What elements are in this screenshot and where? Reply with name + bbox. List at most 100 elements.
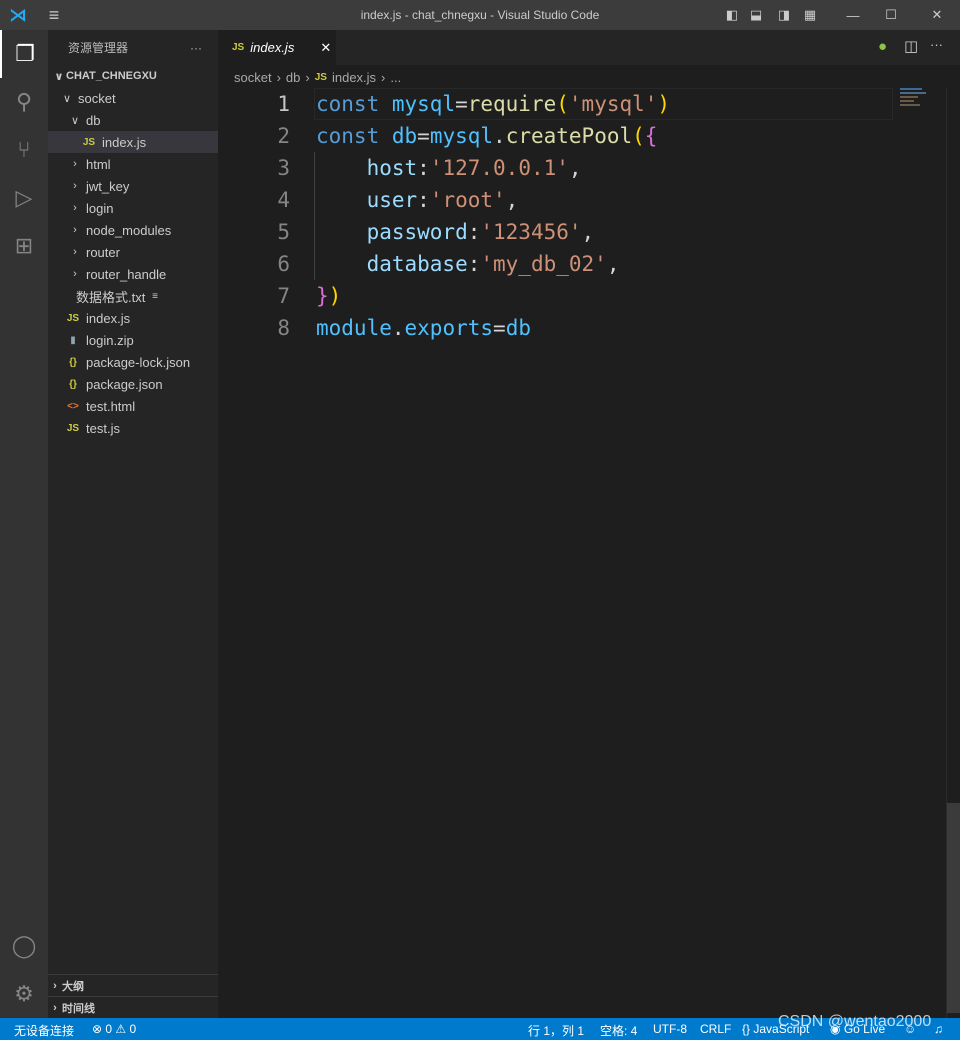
tab-label: index.js <box>250 40 295 55</box>
workspace-root[interactable]: ∨ CHAT_CHNEGXU <box>48 65 218 87</box>
code-line[interactable]: 5 password:'123456', <box>218 216 893 248</box>
txt-file-icon: ≡ <box>152 290 158 302</box>
code-token: = <box>417 124 430 148</box>
chevron-right-icon: › <box>73 180 77 192</box>
source-control-icon[interactable]: ⑂ <box>0 126 48 174</box>
tree-item-label: index.js <box>86 310 131 326</box>
notifications-bell-icon[interactable]: ♫ <box>934 1022 943 1036</box>
crumb-db[interactable]: db <box>286 70 300 85</box>
chevron-down-icon: ∨ <box>62 92 72 105</box>
activity-bar: ❐ ⚲ ⑂ ▷ ⊞ ◯ ⚙ <box>0 30 48 1018</box>
tree-item-label: html <box>86 156 111 172</box>
tree-item[interactable]: JS index.js <box>48 131 218 153</box>
code-token: : <box>417 156 430 180</box>
toggle-panel-icon[interactable]: ⬓ <box>746 0 766 30</box>
title-bar: ⋊ ≡ index.js - chat_chnegxu - Visual Stu… <box>0 0 960 30</box>
error-count: 0 <box>105 1022 113 1036</box>
tree-item[interactable]: ▮ login.zip <box>48 329 218 351</box>
code-token: } <box>316 284 329 308</box>
code-token: , <box>581 220 595 244</box>
tree-item-label: package.json <box>86 376 163 392</box>
outline-section[interactable]: › 大纲 <box>48 974 218 996</box>
encoding[interactable]: UTF-8 <box>653 1022 687 1036</box>
tree-item[interactable]: JS test.js <box>48 417 218 439</box>
maximize-button[interactable]: ☐ <box>868 0 914 30</box>
account-icon[interactable]: ◯ <box>0 922 48 970</box>
settings-gear-icon[interactable]: ⚙ <box>0 970 48 1018</box>
tree-item[interactable]: JS index.js <box>48 307 218 329</box>
code-token: password <box>316 220 468 244</box>
code-token: database <box>316 252 468 276</box>
code-token: , <box>568 156 582 180</box>
tree-item[interactable]: › html <box>48 153 218 175</box>
close-window-button[interactable]: ✕ <box>914 0 960 30</box>
code-token: 'my_db_02' <box>480 252 607 276</box>
indentation[interactable]: 空格: 4 <box>600 1022 637 1039</box>
cursor-position[interactable]: 行 1，列 1 <box>528 1022 584 1039</box>
code-token: : <box>467 252 481 276</box>
code-line[interactable]: 1 const mysql=require('mysql') <box>218 88 893 120</box>
tree-item[interactable]: ∨ db <box>48 109 218 131</box>
code-token: , <box>505 188 519 212</box>
code-line[interactable]: 3 host:'127.0.0.1', <box>218 152 893 184</box>
tree-item-label: test.html <box>86 398 136 414</box>
tree-item[interactable]: <> test.html <box>48 395 218 417</box>
toggle-sidebar-icon[interactable]: ◧ <box>722 0 742 30</box>
tree-item[interactable]: › login <box>48 197 218 219</box>
tree-item[interactable]: › jwt_key <box>48 175 218 197</box>
code-token: = <box>455 92 468 116</box>
chevron-right-icon: › <box>73 158 77 170</box>
eol[interactable]: CRLF <box>700 1022 731 1036</box>
timeline-section[interactable]: › 时间线 <box>48 996 218 1018</box>
tree-item[interactable]: › router <box>48 241 218 263</box>
code-line[interactable]: 8 module.exports=db <box>218 312 893 344</box>
extensions-icon[interactable]: ⊞ <box>0 222 48 270</box>
code-token: db <box>391 124 418 148</box>
toggle-secondary-icon[interactable]: ◨ <box>774 0 794 30</box>
tree-item[interactable]: {} package-lock.json <box>48 351 218 373</box>
android-icon[interactable]: ● <box>878 38 887 55</box>
tab-index-js[interactable]: JS index.js ✕ <box>218 30 336 65</box>
close-tab-icon[interactable]: ✕ <box>320 40 331 56</box>
problems-status[interactable]: ⊗ 0 ⚠ 0 <box>92 1022 136 1036</box>
js-file-icon: JS <box>82 136 96 148</box>
tree-item-label: login.zip <box>86 332 134 348</box>
js-file-icon: JS <box>66 312 80 324</box>
tree-item-label: db <box>86 112 101 128</box>
explorer-icon[interactable]: ❐ <box>0 30 48 78</box>
tree-item[interactable]: › node_modules <box>48 219 218 241</box>
remote-status[interactable]: 无设备连接 <box>14 1022 74 1039</box>
code-line[interactable]: 6 database:'my_db_02', <box>218 248 893 280</box>
editor-more-icon[interactable]: ··· <box>930 37 943 52</box>
split-editor-icon[interactable]: ◫ <box>904 37 918 55</box>
js-file-icon: JS <box>314 71 327 83</box>
code-token: host <box>316 156 418 180</box>
code-editor[interactable]: 1 const mysql=require('mysql') 2 const db=m… <box>218 88 893 344</box>
code-line[interactable]: 7}) <box>218 280 893 312</box>
run-debug-icon[interactable]: ▷ <box>0 174 48 222</box>
search-icon[interactable]: ⚲ <box>0 78 48 126</box>
tree-item-label: router_handle <box>86 266 167 282</box>
minimap[interactable] <box>900 88 930 108</box>
root-label: CHAT_CHNEGXU <box>66 70 157 82</box>
watermark: CSDN @wentao2000 <box>778 1013 932 1030</box>
tree-item-label: login <box>86 200 114 216</box>
more-actions-icon[interactable]: ··· <box>190 41 202 55</box>
crumb-symbols[interactable]: ... <box>390 70 401 85</box>
tree-item-label: jwt_key <box>86 178 130 194</box>
crumb-file[interactable]: index.js <box>332 70 376 85</box>
chevron-right-icon: › <box>73 202 77 214</box>
chevron-down-icon: ∨ <box>70 114 80 127</box>
tree-item[interactable]: {} package.json <box>48 373 218 395</box>
tree-item[interactable]: › router_handle <box>48 263 218 285</box>
code-line[interactable]: 2 const db=mysql.createPool({ <box>218 120 893 152</box>
code-line[interactable]: 4 user:'root', <box>218 184 893 216</box>
tree-item[interactable]: ∨ socket <box>48 87 218 109</box>
tree-item[interactable]: ≡ 数据格式.txt <box>48 285 218 307</box>
layout-icon[interactable]: ▦ <box>800 0 820 30</box>
line-number: 7 <box>277 284 290 308</box>
crumb-socket[interactable]: socket <box>234 70 272 85</box>
vertical-scrollbar[interactable] <box>946 88 960 1018</box>
code-token: user <box>316 188 418 212</box>
code-token: mysql <box>391 92 456 116</box>
